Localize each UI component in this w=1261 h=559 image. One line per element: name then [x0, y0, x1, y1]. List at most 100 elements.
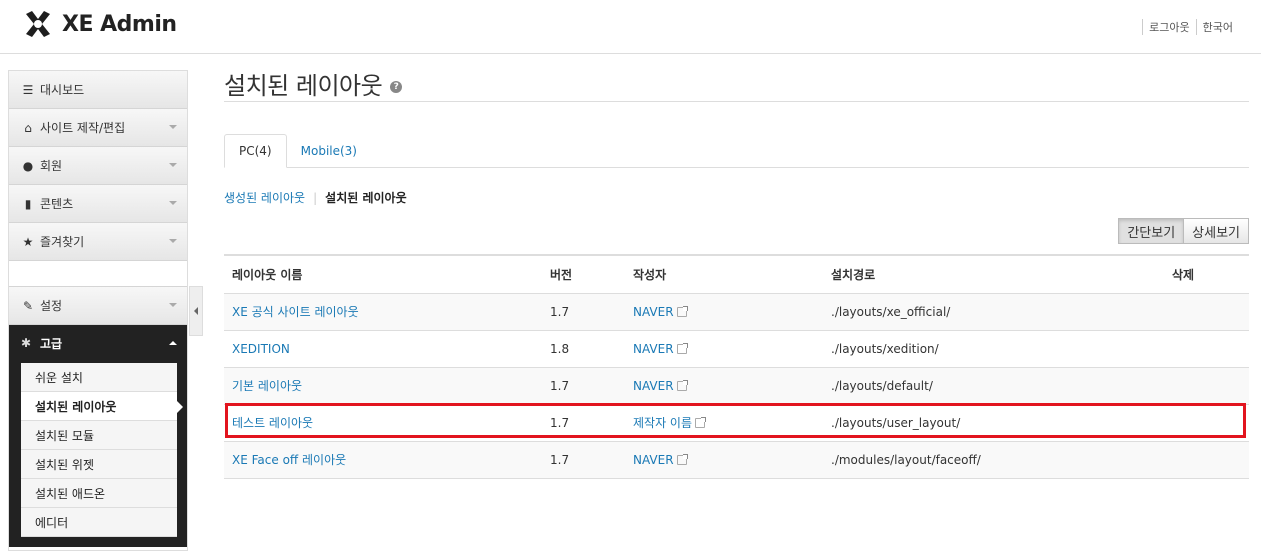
generated-layouts-link[interactable]: 생성된 레이아웃 [224, 189, 305, 206]
layout-name-link[interactable]: 테스트 레이아웃 [232, 416, 313, 430]
layout-path: ./layouts/user_layout/ [823, 404, 1164, 442]
chevron-down-icon [169, 239, 177, 243]
chevron-down-icon [169, 163, 177, 167]
sidebar-collapse-handle[interactable] [189, 286, 203, 336]
external-link-icon[interactable] [695, 417, 707, 428]
chevron-up-icon [169, 341, 177, 345]
delete-cell [1164, 293, 1249, 331]
chevron-down-icon [169, 125, 177, 129]
layout-path: ./modules/layout/faceoff/ [823, 441, 1164, 479]
layout-path: ./layouts/xedition/ [823, 330, 1164, 368]
sidebar-item-label: 즐겨찾기 [40, 235, 85, 249]
layout-name-link[interactable]: XEDITION [232, 342, 290, 356]
external-link-icon[interactable] [676, 305, 688, 317]
installed-layouts-current: 설치된 레이아웃 [325, 191, 407, 205]
column-header: 버전 [542, 254, 625, 294]
chevron-left-icon [194, 307, 198, 315]
main-content: 설치된 레이아웃 ? PC(4) Mobile(3) 생성된 레이아웃 | 설치… [224, 60, 1249, 479]
sidebar-item-label: 대시보드 [40, 83, 85, 97]
author-link[interactable]: NAVER [633, 342, 674, 356]
delete-cell [1164, 404, 1249, 442]
author-link[interactable]: 제작자 이름 [633, 416, 692, 430]
layout-name-link[interactable]: XE 공식 사이트 레이아웃 [232, 305, 359, 319]
sidebar-item-label: 설정 [40, 299, 63, 313]
view-toggle: 간단보기 상세보기 [1118, 218, 1249, 244]
chevron-down-icon [169, 201, 177, 205]
author-link[interactable]: NAVER [633, 305, 674, 319]
sidebar: ☰ 대시보드 ⌂ 사이트 제작/편집 ● 회원 ▮ 콘텐츠 ★ 즐겨찾기 ✎ 설… [8, 70, 188, 551]
user-icon: ● [22, 158, 34, 173]
layout-name-link[interactable]: XE Face off 레이아웃 [232, 453, 346, 467]
external-link-icon[interactable] [676, 342, 688, 354]
top-links: 로그아웃 한국어 [1142, 19, 1233, 35]
sidebar-item-label: 고급 [40, 336, 63, 351]
advanced-submenu: 쉬운 설치 설치된 레이아웃 설치된 모듈 설치된 위젯 설치된 애드온 에디터 [9, 361, 187, 547]
sidebar-item-members[interactable]: ● 회원 [9, 147, 187, 185]
table-row: XE 공식 사이트 레이아웃 1.7 NAVER ./layouts/xe_of… [224, 293, 1249, 331]
layout-name-link[interactable]: 기본 레이아웃 [232, 379, 302, 393]
page-title: 설치된 레이아웃 [224, 72, 383, 100]
layout-version: 1.7 [542, 404, 625, 442]
top-header: XE Admin 로그아웃 한국어 [0, 0, 1261, 54]
delete-cell [1164, 441, 1249, 479]
layout-version: 1.7 [542, 367, 625, 405]
sidebar-item-contents[interactable]: ▮ 콘텐츠 [9, 185, 187, 223]
logo[interactable]: XE Admin [22, 8, 177, 40]
column-header: 삭제 [1164, 254, 1249, 294]
gear-icon: ✱ [21, 336, 32, 350]
layout-version: 1.7 [542, 293, 625, 331]
app-name: XE Admin [62, 11, 177, 37]
sidebar-item-label: 회원 [40, 159, 63, 173]
column-header: 작성자 [625, 254, 823, 294]
table-row: XEDITION 1.8 NAVER ./layouts/xedition/ [224, 330, 1249, 368]
layout-path: ./layouts/default/ [823, 367, 1164, 405]
help-icon[interactable]: ? [390, 80, 403, 93]
layouts-table: 레이아웃 이름 버전 작성자 설치경로 삭제 XE 공식 사이트 레이아웃 1.… [224, 254, 1249, 479]
sidebar-item-settings[interactable]: ✎ 설정 [9, 287, 187, 325]
table-row: 기본 레이아웃 1.7 NAVER ./layouts/default/ [224, 367, 1249, 405]
xe-logo-icon [26, 11, 50, 37]
table-header-row: 레이아웃 이름 버전 작성자 설치경로 삭제 [224, 254, 1249, 294]
delete-cell [1164, 367, 1249, 405]
list-icon: ☰ [22, 82, 34, 97]
language-selector[interactable]: 한국어 [1195, 19, 1233, 35]
sidebar-item-advanced[interactable]: ✱ 고급 [9, 325, 187, 361]
simple-view-button[interactable]: 간단보기 [1118, 218, 1185, 244]
logout-link[interactable]: 로그아웃 [1142, 19, 1195, 35]
tab-mobile[interactable]: Mobile(3) [287, 134, 371, 168]
external-link-icon[interactable] [676, 453, 688, 465]
sidebar-item-dashboard[interactable]: ☰ 대시보드 [9, 71, 187, 109]
column-header: 레이아웃 이름 [224, 254, 542, 294]
submenu-installed-modules[interactable]: 설치된 모듈 [21, 421, 177, 450]
delete-cell [1164, 330, 1249, 368]
submenu-installed-layouts[interactable]: 설치된 레이아웃 [21, 392, 183, 421]
author-link[interactable]: NAVER [633, 453, 674, 467]
submenu-easy-install[interactable]: 쉬운 설치 [21, 363, 177, 392]
author-link[interactable]: NAVER [633, 379, 674, 393]
layout-version: 1.8 [542, 330, 625, 368]
home-icon: ⌂ [24, 120, 32, 135]
external-link-icon[interactable] [676, 379, 688, 391]
device-tabs: PC(4) Mobile(3) [224, 134, 1249, 168]
sidebar-item-favorites[interactable]: ★ 즐겨찾기 [9, 223, 187, 261]
star-icon: ★ [22, 234, 34, 249]
chevron-down-icon [169, 303, 177, 307]
submenu-editor[interactable]: 에디터 [21, 508, 177, 537]
wrench-icon: ✎ [22, 298, 34, 313]
submenu-installed-addons[interactable]: 설치된 애드온 [21, 479, 177, 508]
submenu-installed-widgets[interactable]: 설치된 위젯 [21, 450, 177, 479]
book-icon: ▮ [24, 196, 32, 211]
subnav-divider: | [313, 190, 318, 205]
sidebar-item-label: 콘텐츠 [40, 197, 74, 211]
column-header: 설치경로 [823, 254, 1164, 294]
page-header: 설치된 레이아웃 ? [224, 60, 1249, 102]
tab-pc[interactable]: PC(4) [224, 134, 287, 168]
table-row: 테스트 레이아웃 1.7 제작자 이름 ./layouts/user_layou… [224, 404, 1249, 442]
table-row: XE Face off 레이아웃 1.7 NAVER ./modules/lay… [224, 441, 1249, 479]
layout-version: 1.7 [542, 441, 625, 479]
sidebar-spacer [9, 261, 187, 287]
detail-view-button[interactable]: 상세보기 [1184, 218, 1249, 244]
sidebar-item-label: 사이트 제작/편집 [40, 121, 126, 135]
layout-path: ./layouts/xe_official/ [823, 293, 1164, 331]
sidebar-item-site[interactable]: ⌂ 사이트 제작/편집 [9, 109, 187, 147]
